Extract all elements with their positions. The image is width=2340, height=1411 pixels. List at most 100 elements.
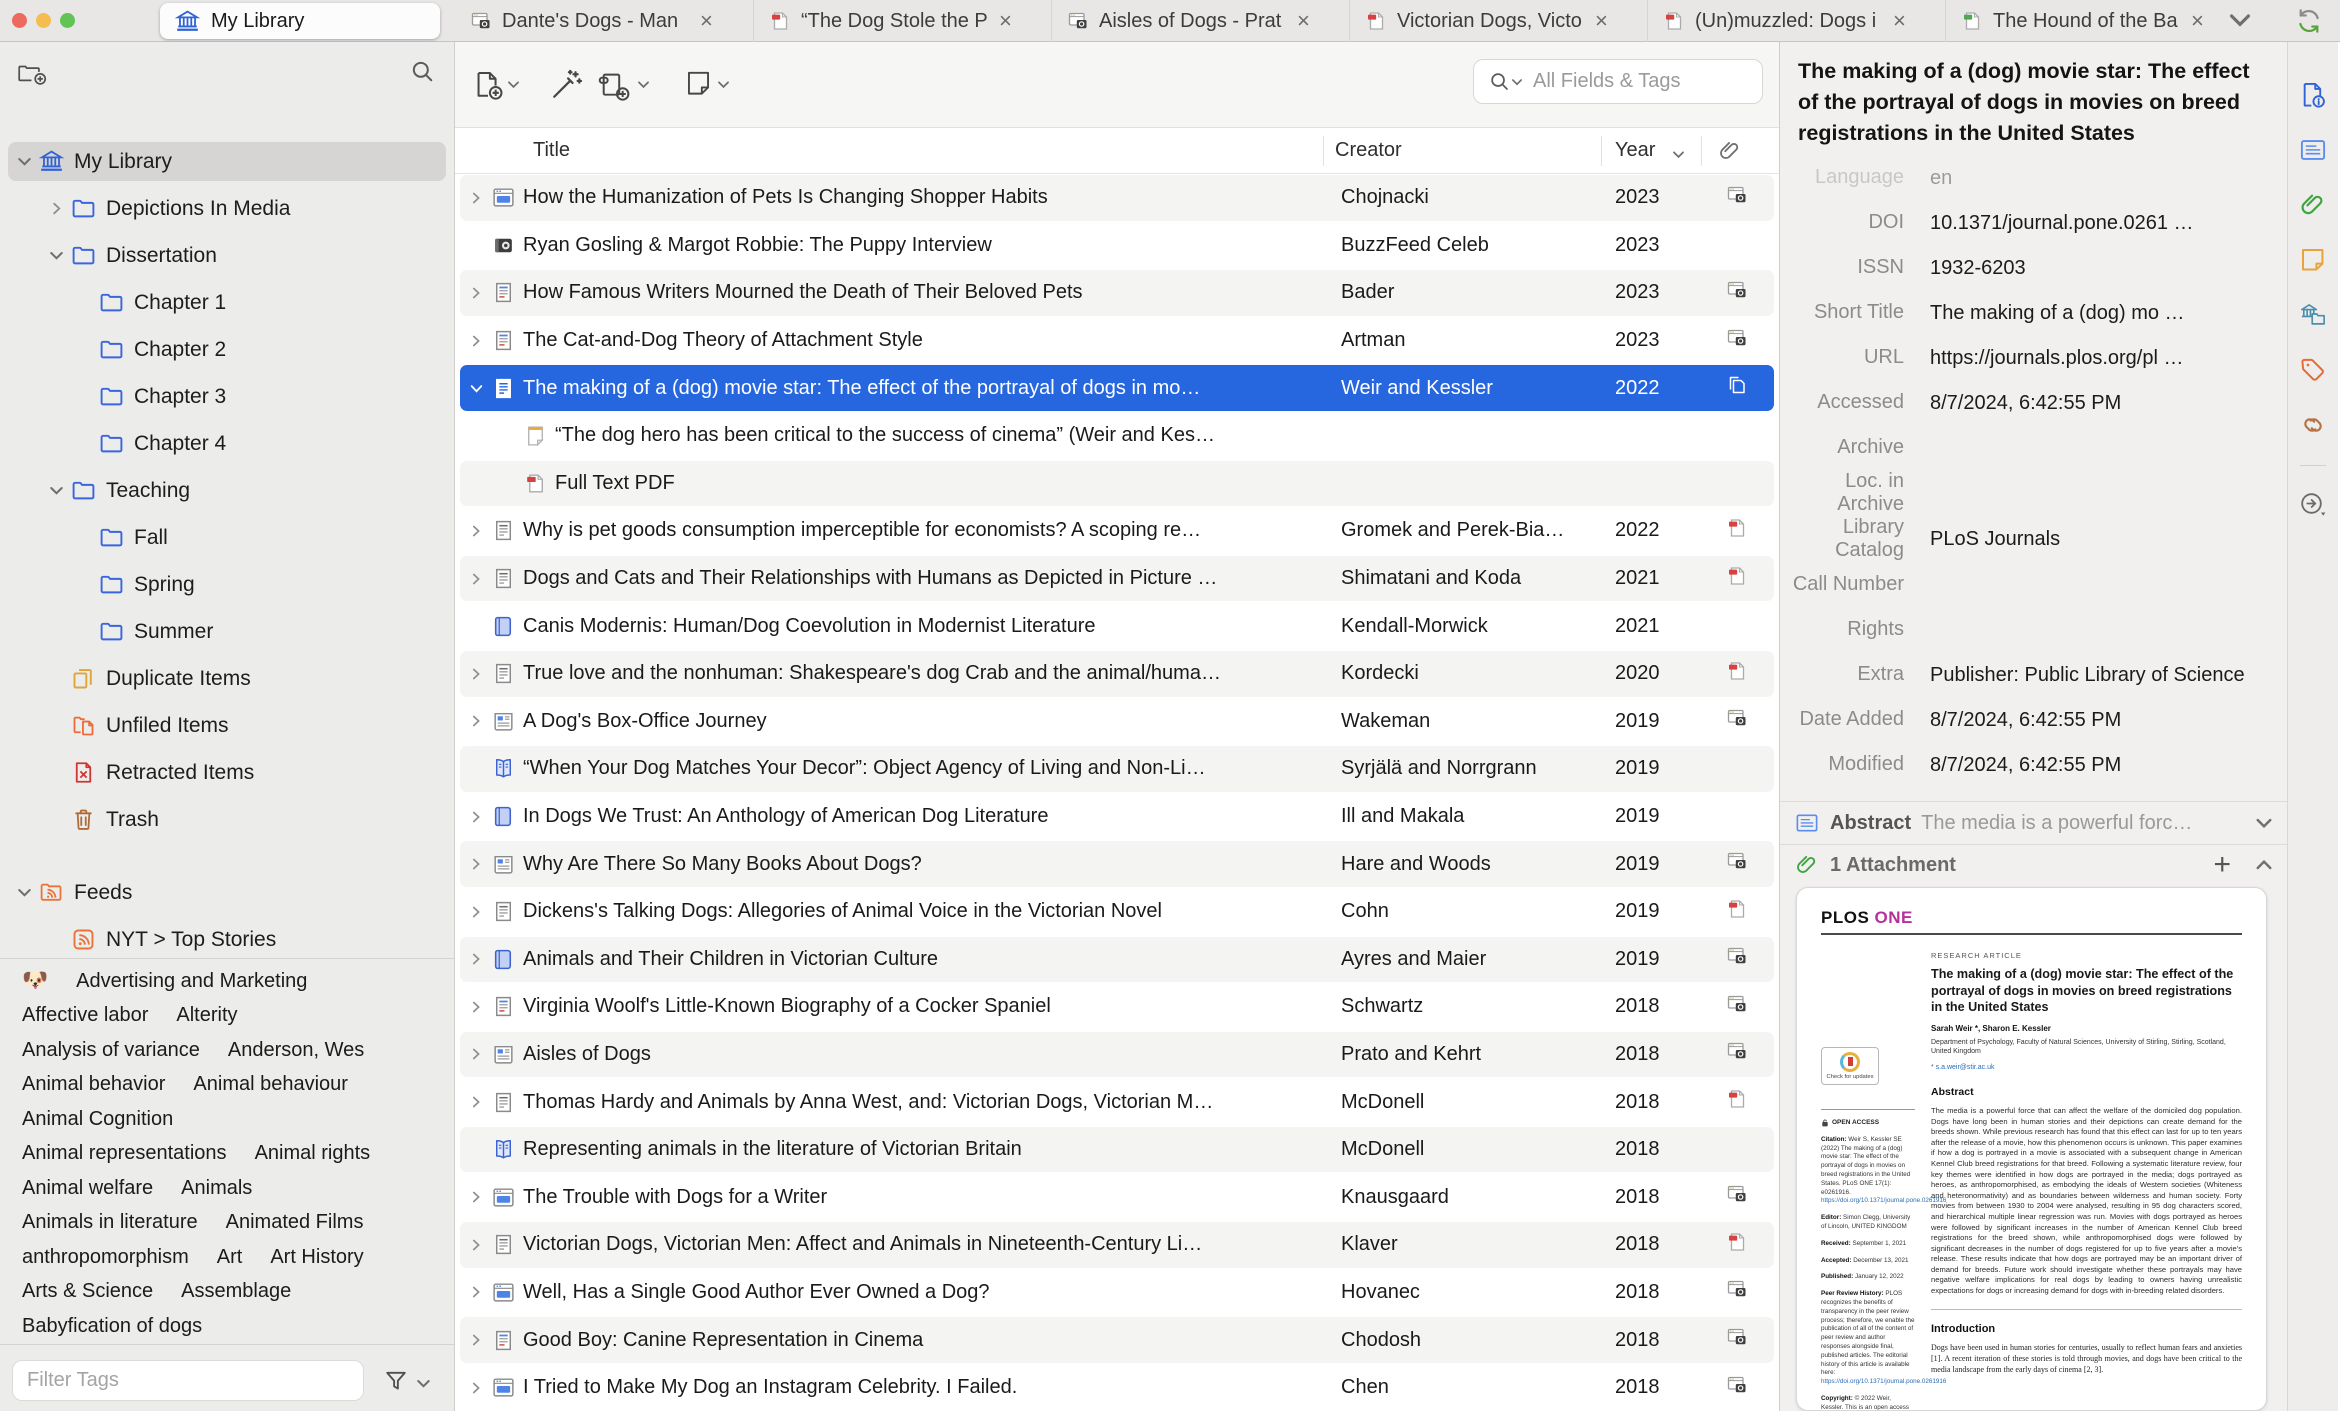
expand-chevron-right-icon[interactable] — [469, 1238, 483, 1252]
close-tab-icon[interactable]: × — [2191, 8, 2204, 34]
tag[interactable]: Animal representations — [22, 1142, 227, 1165]
tag[interactable]: Animal Cognition — [22, 1108, 173, 1131]
tag-filter-funnel-icon[interactable] — [382, 1367, 410, 1395]
sidebar-item-chapter-3[interactable]: Chapter 3 — [0, 373, 454, 420]
tag[interactable]: Affective labor — [22, 1004, 148, 1027]
expand-chevron-right-icon[interactable] — [469, 1095, 483, 1109]
twisty[interactable] — [46, 483, 66, 498]
related-icon[interactable] — [2298, 410, 2328, 440]
field-value[interactable]: 8/7/2024, 6:42:55 PM — [1930, 750, 2287, 780]
close-tab-icon[interactable]: × — [1893, 8, 1906, 34]
expand-chevron-right-icon[interactable] — [469, 334, 483, 348]
field-value[interactable]: 1932-6203 — [1930, 253, 2287, 283]
field-value[interactable]: en — [1930, 163, 2287, 193]
tag[interactable]: Animals — [181, 1177, 252, 1200]
list-item[interactable]: Good Boy: Canine Representation in Cinem… — [455, 1316, 1779, 1364]
close-tab-icon[interactable]: × — [1297, 8, 1310, 34]
minimize-window-button[interactable] — [36, 13, 51, 28]
expand-chevron-right-icon[interactable] — [469, 667, 483, 681]
field-value[interactable]: Publisher: Public Library of Science — [1930, 660, 2287, 690]
twisty[interactable] — [46, 248, 66, 263]
reader-tab[interactable]: The Hound of the Ba × — [1945, 0, 2243, 42]
chev-down-icon[interactable] — [717, 78, 730, 91]
tag[interactable]: Arts & Science — [22, 1280, 153, 1303]
expand-chevron-right-icon[interactable] — [469, 524, 483, 538]
new-note-button[interactable] — [683, 68, 714, 99]
list-item[interactable]: Representing animals in the literature o… — [455, 1126, 1779, 1174]
expand-chevron-right-icon[interactable] — [469, 714, 483, 728]
close-tab-icon[interactable]: × — [1595, 8, 1608, 34]
locate-icon[interactable] — [2298, 490, 2328, 520]
column-header-creator[interactable]: Creator — [1335, 139, 1402, 162]
attachments-icon[interactable] — [2298, 190, 2328, 220]
list-item[interactable]: Canis Modernis: Human/Dog Coevolution in… — [455, 602, 1779, 650]
list-item[interactable]: The Trouble with Dogs for a Writer Knausg… — [455, 1173, 1779, 1221]
list-item[interactable]: Dickens's Talking Dogs: Allegories of An… — [455, 888, 1779, 936]
new-item-button[interactable] — [471, 68, 505, 102]
list-item[interactable]: How Famous Writers Mourned the Death of … — [455, 269, 1779, 317]
filter-tags-input[interactable] — [12, 1360, 364, 1401]
chevron-down-icon[interactable] — [1511, 76, 1523, 88]
reader-tab[interactable]: Dante's Dogs - Man × — [455, 0, 753, 42]
search-input[interactable] — [1533, 70, 1723, 93]
expand-chevron-right-icon[interactable] — [469, 191, 483, 205]
sidebar-item-teaching[interactable]: Teaching — [0, 467, 454, 514]
column-header-attachment-paperclip-icon[interactable] — [1717, 138, 1743, 164]
list-item[interactable]: “When Your Dog Matches Your Decor”: Obje… — [455, 745, 1779, 793]
field-value[interactable]: 8/7/2024, 6:42:55 PM — [1930, 388, 2287, 418]
info-icon[interactable] — [2298, 80, 2328, 110]
expand-chevron-right-icon[interactable] — [469, 1285, 483, 1299]
sidebar-item-dissertation[interactable]: Dissertation — [0, 232, 454, 279]
sidebar-item-duplicate-items[interactable]: Duplicate Items — [0, 655, 454, 702]
close-tab-icon[interactable]: × — [700, 8, 713, 34]
expand-chevron-right-icon[interactable] — [469, 952, 483, 966]
tag[interactable]: Animal welfare — [22, 1177, 153, 1200]
twisty[interactable] — [14, 154, 34, 169]
chevron-up-icon[interactable] — [2255, 856, 2273, 874]
close-tab-icon[interactable]: × — [999, 8, 1012, 34]
expand-chevron-right-icon[interactable] — [469, 1000, 483, 1014]
field-value[interactable]: https://journals.plos.org/pl … — [1930, 343, 2287, 373]
tag[interactable]: Art History — [270, 1246, 363, 1269]
list-item[interactable]: How the Humanization of Pets Is Changing… — [455, 174, 1779, 222]
tag[interactable]: Assemblage — [181, 1280, 291, 1303]
expand-chevron-right-icon[interactable] — [469, 1333, 483, 1347]
reader-tab[interactable]: Aisles of Dogs - Prat × — [1051, 0, 1349, 42]
list-item[interactable]: True love and the nonhuman: Shakespeare'… — [455, 650, 1779, 698]
list-item[interactable]: Well, Has a Single Good Author Ever Owne… — [455, 1269, 1779, 1317]
field-value[interactable]: The making of a (dog) mo … — [1930, 298, 2287, 328]
twisty-expanded-icon[interactable] — [17, 154, 32, 169]
tab-overflow-chevron-icon[interactable] — [2228, 8, 2252, 32]
reader-tab[interactable]: “The Dog Stole the P × — [753, 0, 1051, 42]
sort-indicator-icon[interactable] — [1672, 148, 1685, 161]
new-collection-button[interactable] — [16, 58, 48, 90]
search-icon[interactable] — [1488, 70, 1511, 93]
tag[interactable]: Animals in literature — [22, 1211, 198, 1234]
expand-chevron-right-icon[interactable] — [469, 857, 483, 871]
expand-chevron-right-icon[interactable] — [469, 1381, 483, 1395]
list-item[interactable]: Aisles of Dogs Prato and Kehrt 2018 — [455, 1031, 1779, 1079]
sidebar-item-depictions-in-media[interactable]: Depictions In Media — [0, 185, 454, 232]
chevron-down-icon[interactable] — [507, 78, 520, 91]
list-item[interactable]: Victorian Dogs, Victorian Men: Affect an… — [455, 1221, 1779, 1269]
column-header-year[interactable]: Year — [1615, 139, 1655, 162]
add-attachment-plus-button[interactable]: + — [2213, 850, 2231, 880]
child-item-row[interactable]: Full Text PDF — [455, 460, 1779, 508]
list-item[interactable]: A Dog's Box-Office Journey Wakeman 2019 — [455, 698, 1779, 746]
list-item[interactable]: Ryan Gosling & Margot Robbie: The Puppy … — [455, 222, 1779, 270]
sidebar-item-summer[interactable]: Summer — [0, 608, 454, 655]
tag[interactable]: Art — [217, 1246, 243, 1269]
twisty[interactable] — [46, 201, 66, 216]
list-item[interactable]: Why Are There So Many Books About Dogs? H… — [455, 840, 1779, 888]
sync-icon[interactable] — [2294, 6, 2324, 36]
attachment-preview[interactable]: PLOS ONE Check for updates OPEN ACCESS C… — [1796, 887, 2267, 1411]
column-header-title[interactable]: Title — [533, 139, 570, 162]
libraries-collections-icon[interactable] — [2298, 300, 2328, 330]
field-value[interactable]: 10.1371/journal.pone.0261 … — [1930, 208, 2287, 238]
notes-icon[interactable] — [2298, 245, 2328, 275]
list-item[interactable]: I Tried to Make My Dog an Instagram Cele… — [455, 1364, 1779, 1411]
abstract-icon[interactable] — [2298, 135, 2328, 165]
twisty-expanded-icon[interactable] — [49, 483, 64, 498]
twisty-expanded-icon[interactable] — [49, 248, 64, 263]
tab-my-library[interactable]: My Library — [160, 3, 440, 39]
